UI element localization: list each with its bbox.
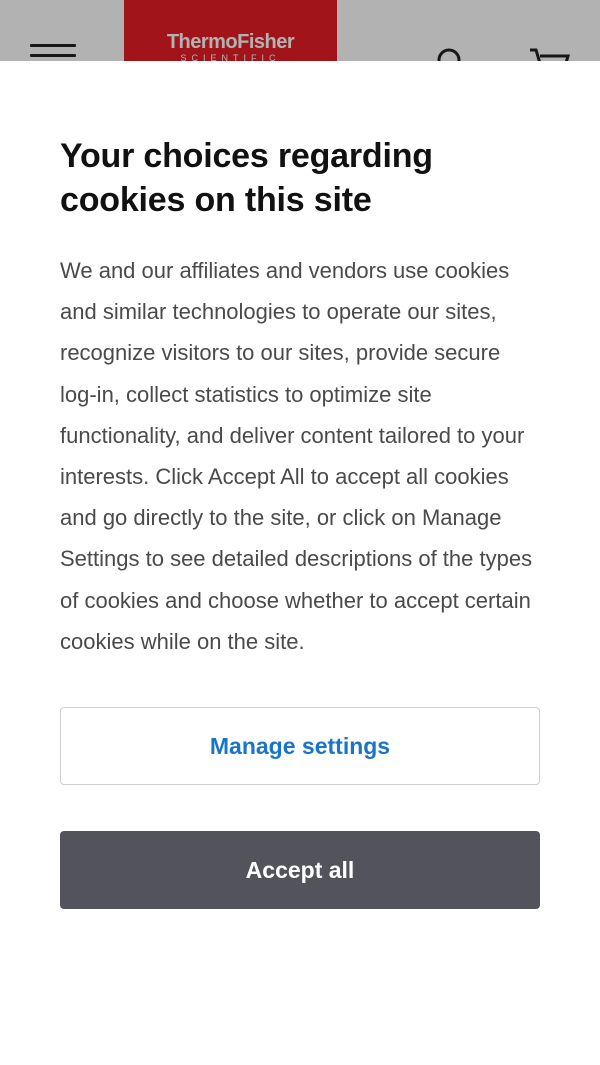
cookie-dialog-title: Your choices regarding cookies on this s… (60, 137, 433, 219)
accept-all-button[interactable]: Accept all (60, 831, 540, 910)
manage-settings-button[interactable]: Manage settings (60, 707, 540, 786)
cookie-dialog-body: We and our affiliates and vendors use co… (60, 258, 533, 654)
cookie-consent-dialog: Your choices regarding cookies on this s… (0, 61, 600, 1065)
